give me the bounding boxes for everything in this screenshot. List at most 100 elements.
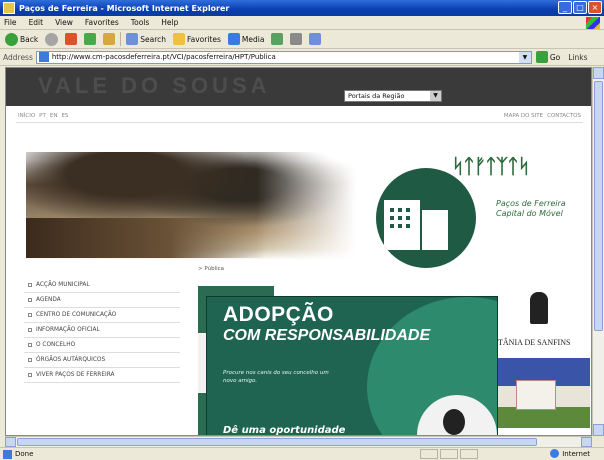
address-input[interactable]: http://www.cm-pacosdeferreira.pt/VCI/pac… [35, 50, 532, 64]
favorites-label: Favorites [187, 34, 221, 44]
links-button[interactable]: Links [568, 53, 587, 62]
warrior-statue-image [530, 292, 548, 324]
mail-button[interactable] [288, 31, 304, 47]
menu-favorites[interactable]: Favorites [85, 18, 119, 27]
address-dropdown-icon[interactable]: ▼ [518, 51, 531, 63]
page-done-icon [3, 449, 12, 459]
minimize-button[interactable]: _ [558, 1, 572, 14]
scroll-left-button[interactable] [5, 437, 16, 447]
toolbar-separator [120, 32, 122, 46]
hscroll-thumb[interactable] [17, 438, 537, 446]
forward-button[interactable] [43, 31, 60, 47]
nav-o-concelho[interactable]: O CONCELHO [24, 338, 180, 353]
search-label: Search [140, 34, 166, 44]
page-viewport: VALE DO SOUSA Portais da Região ▼ INÍCIO… [5, 67, 592, 436]
windows-logo-icon [586, 17, 600, 29]
menu-bar: File Edit View Favorites Tools Help [0, 16, 604, 30]
nav-label: INFORMAÇÃO OFICIAL [36, 327, 100, 333]
status-pane [460, 449, 478, 459]
site-logo[interactable]: VALE DO SOUSA [38, 73, 271, 99]
maximize-button[interactable]: □ [573, 1, 587, 14]
menu-edit[interactable]: Edit [29, 18, 44, 27]
tagline-line-2: Capital do Móvel [496, 209, 563, 218]
star-icon [173, 33, 185, 45]
nav-en[interactable]: EN [50, 113, 58, 119]
back-label: Back [20, 34, 39, 44]
security-zone: Internet [550, 449, 590, 458]
print-icon [309, 33, 322, 45]
nav-label: CENTRO DE COMUNICAÇÃO [36, 312, 117, 318]
site-header: VALE DO SOUSA Portais da Região ▼ [6, 68, 591, 106]
popup-cta: Dê uma oportunidade [223, 425, 346, 436]
window-controls: _ □ × [558, 1, 602, 14]
popup-body: Procure nos canis do seu concelho um nov… [223, 370, 329, 384]
nav-pt[interactable]: PT [39, 113, 46, 119]
nav-es[interactable]: ES [61, 113, 68, 119]
window-titlebar[interactable]: Paços de Ferreira - Microsoft Internet E… [0, 0, 604, 16]
bullet-icon [28, 283, 32, 287]
search-button[interactable]: Search [124, 31, 168, 47]
scroll-down-button[interactable] [593, 424, 604, 436]
refresh-button[interactable] [82, 31, 98, 47]
utility-nav: MAPA DO SITE CONTACTOS [504, 113, 581, 119]
stop-button[interactable] [63, 31, 79, 47]
go-arrow-icon [535, 51, 548, 63]
search-icon [126, 33, 139, 45]
nav-label: ACÇÃO MUNICIPAL [36, 282, 90, 288]
nav-accao-municipal[interactable]: ACÇÃO MUNICIPAL [24, 278, 180, 293]
close-button[interactable]: × [588, 1, 602, 14]
menu-tools[interactable]: Tools [131, 18, 149, 27]
stop-icon [65, 33, 78, 45]
nav-orgaos-autarquicos[interactable]: ÓRGÃOS AUTÁRQUICOS [24, 353, 180, 368]
popup-title: ADOPÇÃO [223, 303, 334, 326]
history-icon [271, 33, 284, 45]
scroll-right-button[interactable] [581, 437, 592, 447]
window-title: Paços de Ferreira - Microsoft Internet E… [19, 3, 230, 13]
municipal-emblem[interactable] [376, 168, 476, 268]
breadcrumb[interactable]: > Pública [198, 266, 224, 272]
vertical-scrollbar[interactable] [592, 67, 604, 436]
scroll-up-button[interactable] [593, 67, 604, 79]
menu-help[interactable]: Help [161, 18, 178, 27]
back-arrow-icon [5, 32, 18, 46]
standard-toolbar: Back Search Favorites Media [0, 30, 604, 49]
hero-foreground-image [26, 218, 266, 258]
favorites-button[interactable]: Favorites [171, 31, 223, 47]
home-button[interactable] [101, 31, 117, 47]
print-button[interactable] [307, 31, 323, 47]
go-button[interactable]: Go [535, 51, 561, 63]
menu-view[interactable]: View [55, 18, 73, 27]
chevron-down-icon: ▼ [430, 91, 441, 101]
refresh-icon [84, 33, 97, 45]
emblem-building-2 [422, 210, 448, 250]
sanfins-photo[interactable] [496, 358, 590, 428]
nav-centro-comunicacao[interactable]: CENTRO DE COMUNICAÇÃO [24, 308, 180, 323]
bullet-icon [28, 328, 32, 332]
adoption-popup-banner[interactable]: ADOPÇÃO COM RESPONSABILIDADE Procure nos… [206, 296, 498, 436]
media-button[interactable]: Media [226, 31, 267, 47]
horizontal-scrollbar[interactable] [5, 436, 592, 447]
bullet-icon [28, 313, 32, 317]
nav-agenda[interactable]: AGENDA [24, 293, 180, 308]
portal-select[interactable]: Portais da Região ▼ [344, 90, 442, 102]
sanfins-title[interactable]: CITÂNIA DE SANFINS [490, 338, 570, 347]
emblem-wordmark: ᛋᛏᚠᛏᛉᛏᛋ [452, 156, 530, 178]
nav-inicio[interactable]: INÍCIO [18, 113, 35, 119]
nav-label: ÓRGÃOS AUTÁRQUICOS [36, 357, 106, 363]
menu-file[interactable]: File [4, 18, 17, 27]
history-button[interactable] [269, 31, 285, 47]
status-panes [420, 449, 478, 459]
status-pane [420, 449, 438, 459]
left-navigation: ACÇÃO MUNICIPAL AGENDA CENTRO DE COMUNIC… [24, 278, 180, 383]
back-button[interactable]: Back [3, 31, 40, 47]
nav-sitemap[interactable]: MAPA DO SITE [504, 113, 543, 119]
nav-contacts[interactable]: CONTACTOS [547, 113, 581, 119]
go-label: Go [549, 52, 561, 62]
scroll-thumb[interactable] [594, 81, 603, 331]
bullet-icon [28, 358, 32, 362]
page-icon [38, 52, 49, 62]
status-pane [440, 449, 458, 459]
media-label: Media [241, 34, 265, 44]
nav-viver-pacos[interactable]: VIVER PAÇOS DE FERREIRA [24, 368, 180, 383]
nav-informacao-oficial[interactable]: INFORMAÇÃO OFICIAL [24, 323, 180, 338]
